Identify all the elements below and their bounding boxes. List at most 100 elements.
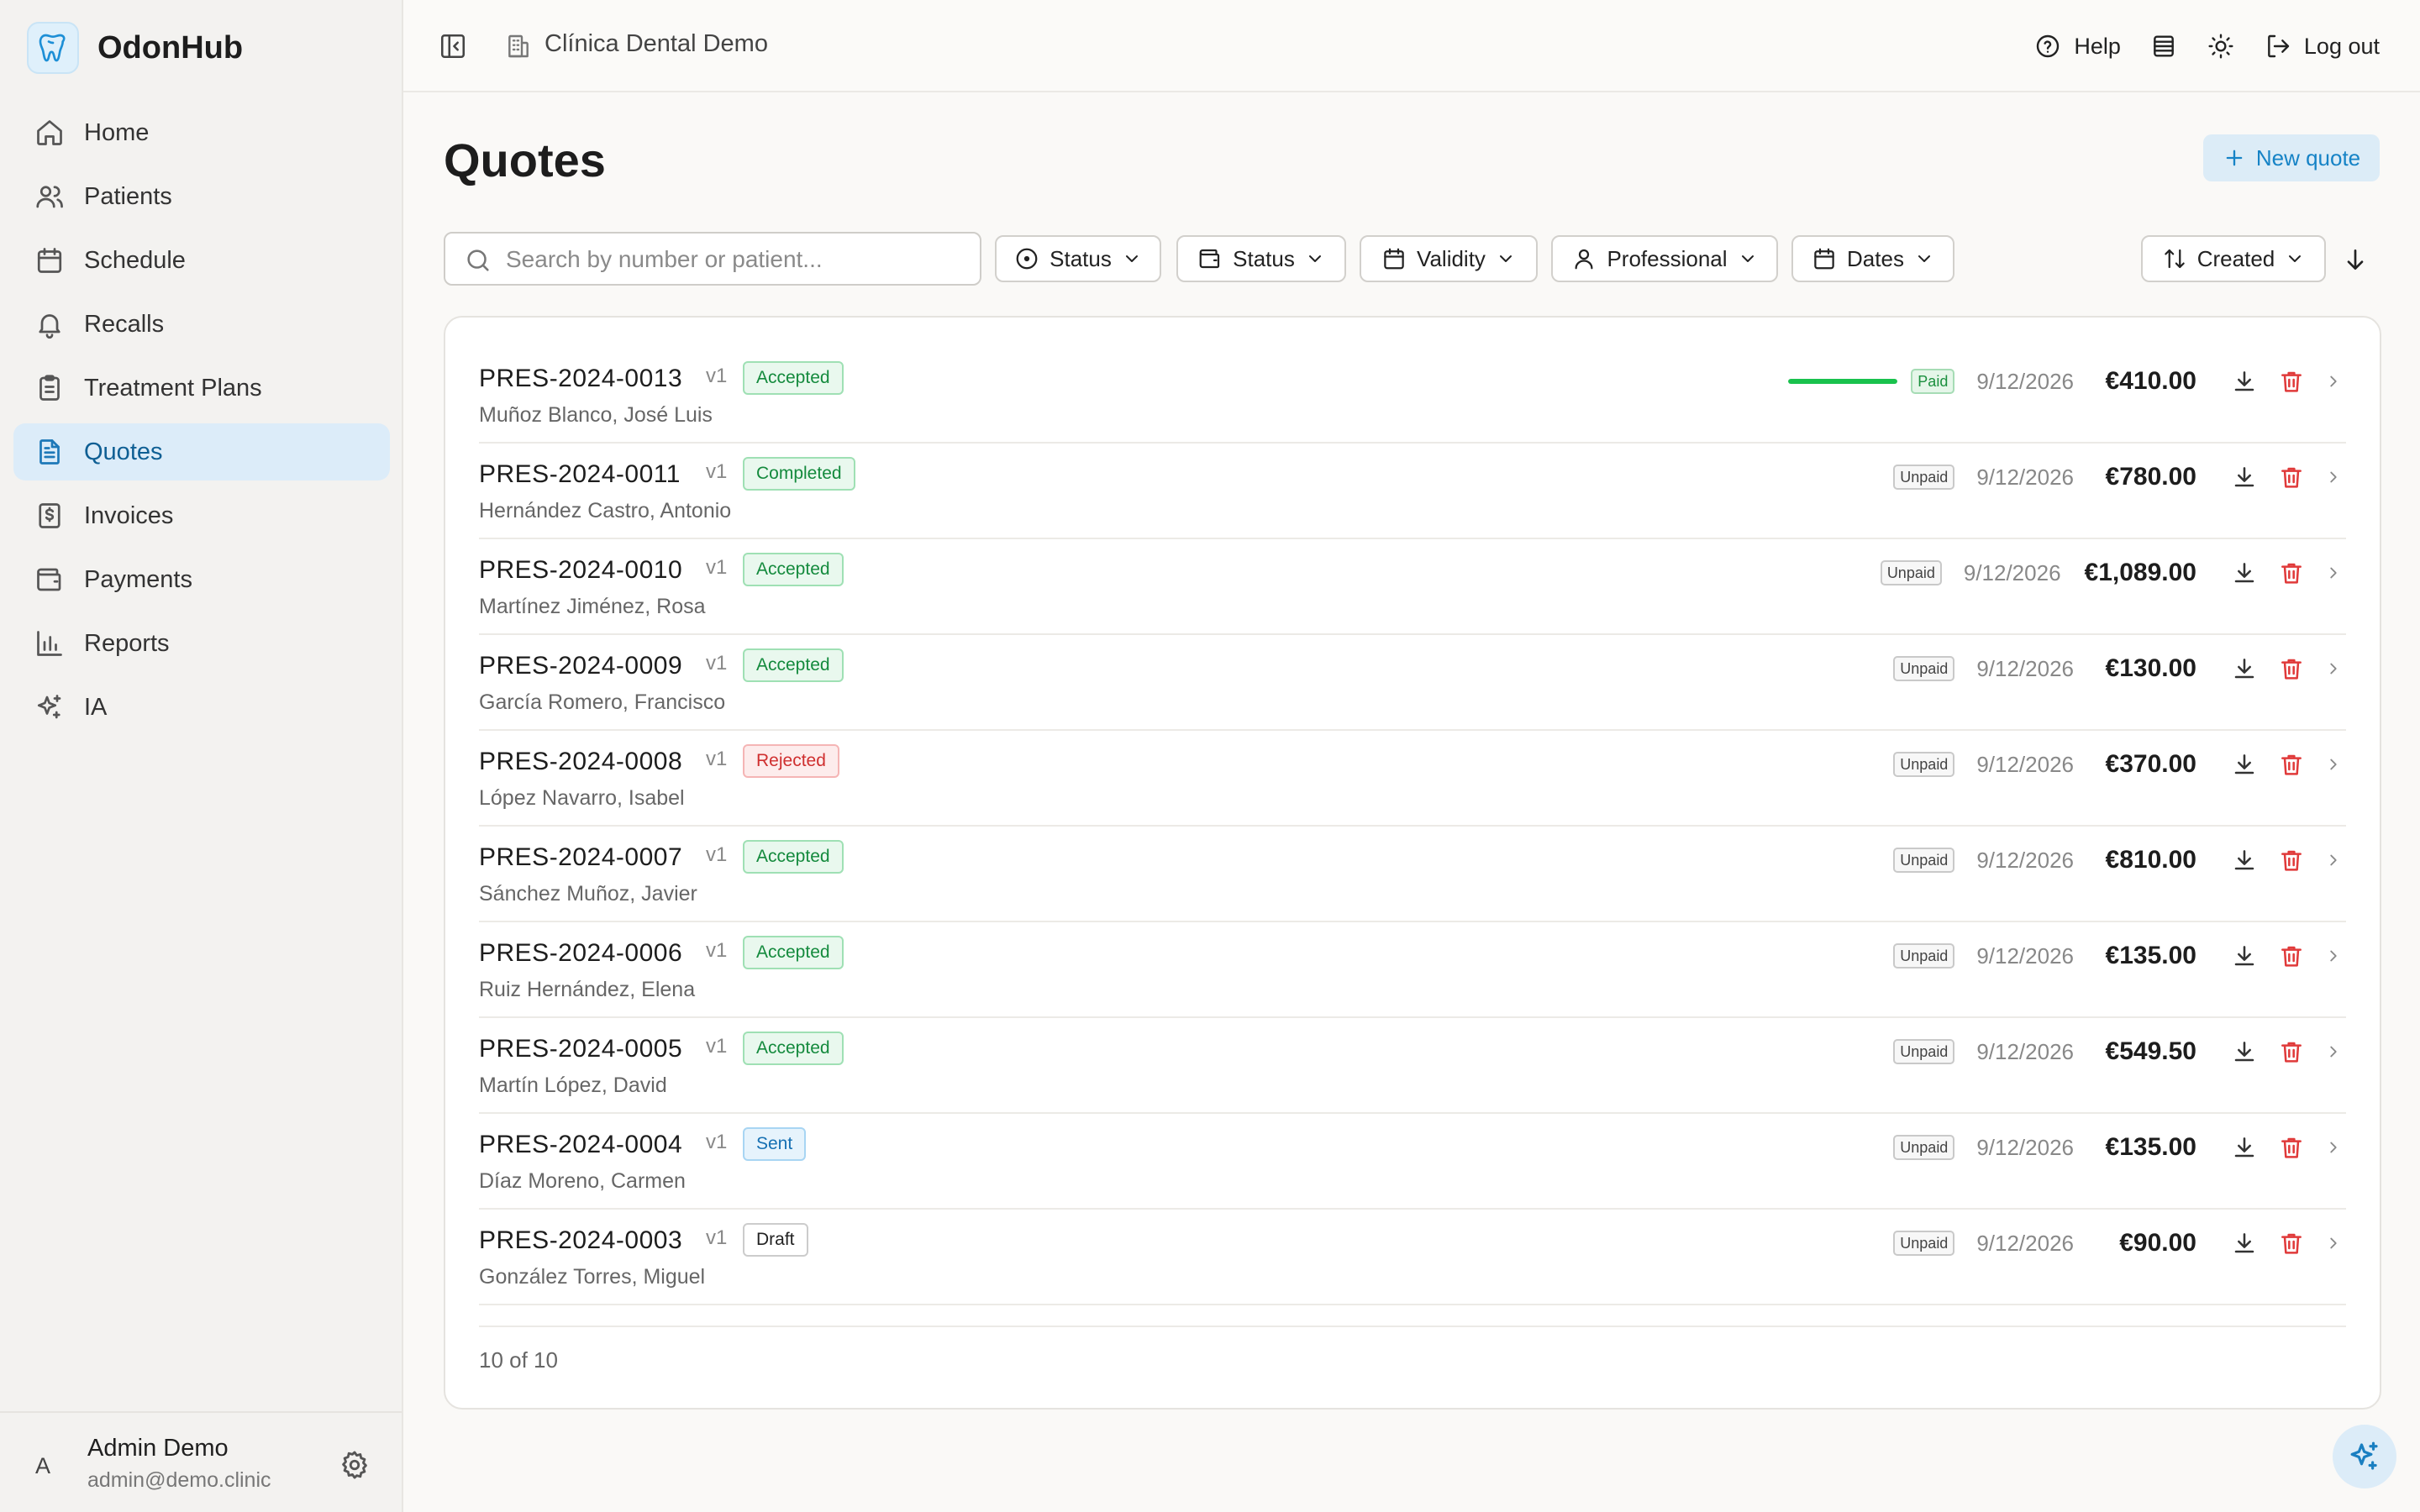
trash-icon[interactable] — [2277, 1037, 2306, 1066]
trash-icon[interactable] — [2277, 559, 2306, 587]
dates-filter-button[interactable]: Dates — [1791, 235, 1954, 282]
quote-number[interactable]: PRES-2024-0006 — [479, 939, 682, 968]
brand[interactable]: OdonHub — [27, 22, 243, 74]
download-icon[interactable] — [2230, 1037, 2259, 1066]
quote-row[interactable]: PRES-2024-0011 v1 Completed Hernández Castr… — [479, 444, 2346, 539]
quote-number[interactable]: PRES-2024-0008 — [479, 748, 682, 776]
circle-dot-icon — [1014, 246, 1039, 271]
clinic-name[interactable]: Clínica Dental Demo — [544, 30, 768, 58]
validity-filter-button[interactable]: Validity — [1360, 235, 1538, 282]
quote-number[interactable]: PRES-2024-0003 — [479, 1226, 682, 1255]
quote-row[interactable]: PRES-2024-0007 v1 Accepted Sánchez Muñoz, J… — [479, 827, 2346, 922]
quote-number[interactable]: PRES-2024-0005 — [479, 1035, 682, 1063]
trash-icon[interactable] — [2277, 1133, 2306, 1162]
quote-row[interactable]: PRES-2024-0003 v1 Draft González Torres, Mi… — [479, 1210, 2346, 1305]
density-button[interactable] — [2149, 32, 2178, 60]
sidebar-toggle-icon[interactable] — [437, 30, 469, 62]
payment-badge: Unpaid — [1893, 943, 1955, 969]
quote-row-meta: Unpaid 9/12/2026 €90.00 — [1893, 1210, 2346, 1277]
search-input[interactable] — [506, 240, 968, 279]
quote-row-meta: Unpaid 9/12/2026 €370.00 — [1893, 731, 2346, 798]
download-icon[interactable] — [2230, 750, 2259, 779]
trash-icon[interactable] — [2277, 942, 2306, 970]
theme-toggle-button[interactable] — [2207, 32, 2235, 60]
quote-number[interactable]: PRES-2024-0004 — [479, 1131, 682, 1159]
avatar[interactable]: A — [24, 1446, 62, 1485]
quote-row[interactable]: PRES-2024-0005 v1 Accepted Martín López, Da… — [479, 1018, 2346, 1114]
filter-bar: Status Status Validity Professional Date… — [444, 232, 2381, 286]
trash-icon[interactable] — [2277, 367, 2306, 396]
quote-row[interactable]: PRES-2024-0004 v1 Sent Díaz Moreno, Carmen U… — [479, 1114, 2346, 1210]
quote-row-meta: Paid 9/12/2026 €410.00 — [1788, 348, 2346, 415]
sidebar-item-recalls[interactable]: Recalls — [13, 296, 390, 353]
chevron-right-icon[interactable] — [2324, 755, 2343, 774]
chevron-right-icon[interactable] — [2324, 659, 2343, 678]
quote-row-meta: Unpaid 9/12/2026 €810.00 — [1893, 827, 2346, 894]
sidebar-item-payments[interactable]: Payments — [13, 551, 390, 608]
payment-status-filter-button[interactable]: Status — [1176, 235, 1346, 282]
quote-amount: €135.00 — [2105, 942, 2196, 969]
quote-version: v1 — [706, 1226, 728, 1249]
trash-icon[interactable] — [2277, 654, 2306, 683]
payment-badge: Unpaid — [1893, 848, 1955, 873]
quote-date: 9/12/2026 — [1976, 368, 2074, 394]
logout-button[interactable]: Log out — [2264, 32, 2380, 60]
trash-icon[interactable] — [2277, 1229, 2306, 1257]
quote-number[interactable]: PRES-2024-0013 — [479, 365, 682, 393]
logout-label: Log out — [2303, 33, 2380, 59]
quote-row[interactable]: PRES-2024-0010 v1 Accepted Martínez Jiménez… — [479, 539, 2346, 635]
gear-icon[interactable] — [338, 1448, 371, 1482]
trash-icon[interactable] — [2277, 463, 2306, 491]
new-quote-button[interactable]: New quote — [2203, 134, 2380, 181]
ai-assistant-button[interactable] — [2333, 1425, 2396, 1488]
quote-row[interactable]: PRES-2024-0009 v1 Accepted García Romero, F… — [479, 635, 2346, 731]
sidebar-item-reports[interactable]: Reports — [13, 615, 390, 672]
quote-number[interactable]: PRES-2024-0009 — [479, 652, 682, 680]
download-icon[interactable] — [2230, 559, 2259, 587]
download-icon[interactable] — [2230, 846, 2259, 874]
quote-number[interactable]: PRES-2024-0010 — [479, 556, 682, 585]
quote-row[interactable]: PRES-2024-0013 v1 Accepted Muñoz Blanco, Jo… — [479, 348, 2346, 444]
trash-icon[interactable] — [2277, 750, 2306, 779]
download-icon[interactable] — [2230, 654, 2259, 683]
download-icon[interactable] — [2230, 463, 2259, 491]
chevron-right-icon[interactable] — [2324, 468, 2343, 486]
sidebar-item-label: Payments — [84, 565, 192, 593]
sidebar-item-patients[interactable]: Patients — [13, 168, 390, 225]
chevron-right-icon[interactable] — [2324, 1042, 2343, 1061]
download-icon[interactable] — [2230, 1133, 2259, 1162]
sort-field-button[interactable]: Created — [2141, 235, 2326, 282]
chevron-right-icon[interactable] — [2324, 1234, 2343, 1252]
home-icon — [34, 117, 66, 149]
quote-row-meta: Unpaid 9/12/2026 €135.00 — [1893, 1114, 2346, 1181]
quote-row[interactable]: PRES-2024-0008 v1 Rejected López Navarro, I… — [479, 731, 2346, 827]
status-badge: Accepted — [743, 936, 844, 969]
help-button[interactable]: Help — [2033, 32, 2121, 60]
chevron-right-icon[interactable] — [2324, 947, 2343, 965]
sidebar-item-schedule[interactable]: Schedule — [13, 232, 390, 289]
sidebar-item-quotes[interactable]: Quotes — [13, 423, 390, 480]
quote-row[interactable]: PRES-2024-0006 v1 Accepted Ruiz Hernández, … — [479, 922, 2346, 1018]
quote-number[interactable]: PRES-2024-0007 — [479, 843, 682, 872]
sidebar-item-ia[interactable]: IA — [13, 679, 390, 736]
sidebar-item-label: Patients — [84, 182, 172, 210]
patient-name: Muñoz Blanco, José Luis — [479, 403, 713, 427]
download-icon[interactable] — [2230, 942, 2259, 970]
arrow-down-icon[interactable] — [2341, 245, 2370, 274]
trash-icon[interactable] — [2277, 846, 2306, 874]
quote-number[interactable]: PRES-2024-0011 — [479, 460, 681, 489]
professional-filter-button[interactable]: Professional — [1551, 235, 1778, 282]
sidebar-item-invoices[interactable]: Invoices — [13, 487, 390, 544]
dates-filter-label: Dates — [1847, 245, 1904, 271]
chevron-right-icon[interactable] — [2324, 564, 2343, 582]
status-filter-button[interactable]: Status — [995, 235, 1161, 282]
chevron-right-icon[interactable] — [2324, 1138, 2343, 1157]
download-icon[interactable] — [2230, 1229, 2259, 1257]
payment-status-filter-label: Status — [1233, 245, 1295, 271]
sidebar-item-home[interactable]: Home — [13, 104, 390, 161]
chevron-right-icon[interactable] — [2324, 372, 2343, 391]
quote-version: v1 — [706, 1131, 728, 1153]
sidebar-item-treatment-plans[interactable]: Treatment Plans — [13, 360, 390, 417]
download-icon[interactable] — [2230, 367, 2259, 396]
chevron-right-icon[interactable] — [2324, 851, 2343, 869]
